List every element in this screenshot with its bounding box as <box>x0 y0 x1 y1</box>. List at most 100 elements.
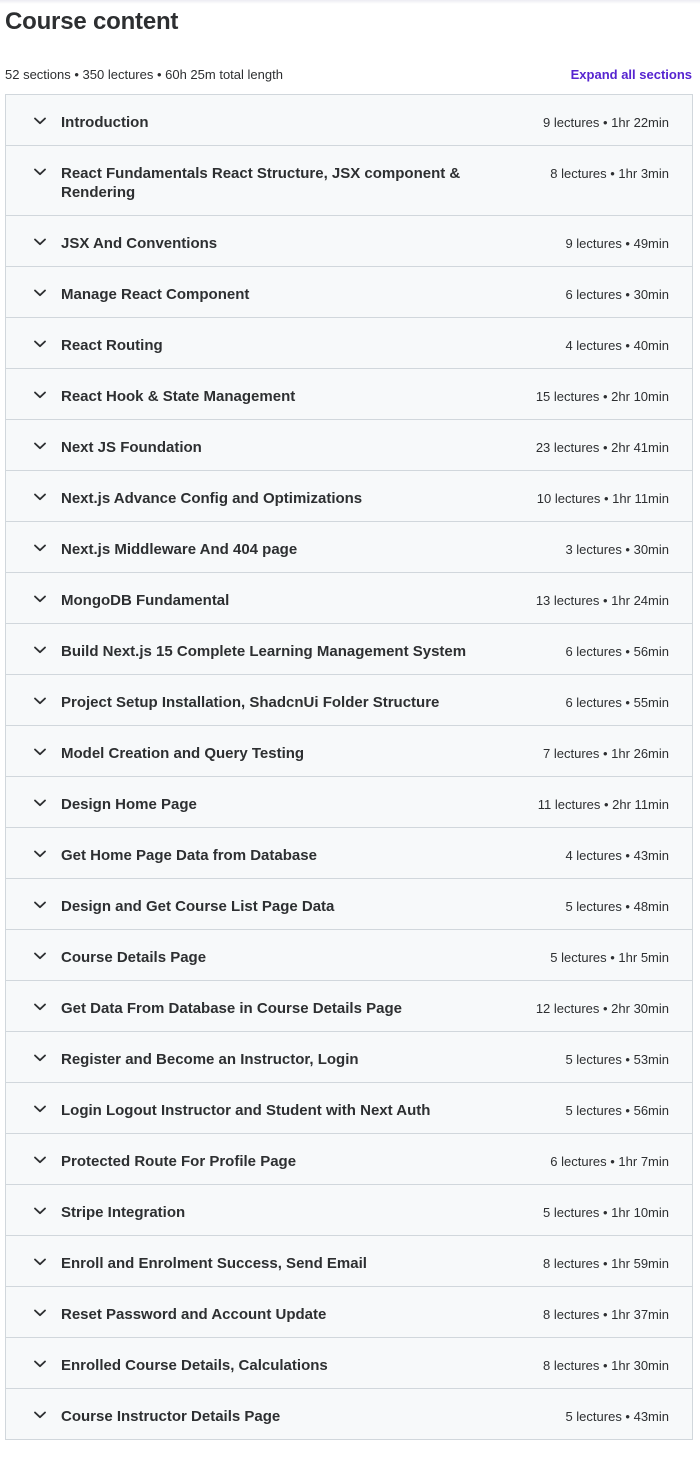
section-meta: 12 lectures • 2hr 30min <box>535 1001 669 1016</box>
section-meta: 11 lectures • 2hr 11min <box>537 797 669 812</box>
section-title: Protected Route For Profile Page <box>61 1153 297 1170</box>
chevron-down-icon <box>33 114 47 128</box>
section-row[interactable]: React Hook & State Management 15 lecture… <box>6 369 692 420</box>
section-row[interactable]: Course Details Page 5 lectures • 1hr 5mi… <box>6 930 692 981</box>
section-title: Introduction <box>61 114 149 131</box>
section-row[interactable]: React Routing 4 lectures • 40min <box>6 318 692 369</box>
section-row[interactable]: Next.js Advance Config and Optimizations… <box>6 471 692 522</box>
section-row[interactable]: Manage React Component 6 lectures • 30mi… <box>6 267 692 318</box>
chevron-down-icon <box>33 1357 47 1371</box>
section-meta: 5 lectures • 1hr 5min <box>550 950 669 965</box>
chevron-down-icon <box>33 592 47 606</box>
section-meta: 8 lectures • 1hr 30min <box>543 1358 669 1373</box>
section-row[interactable]: Enrolled Course Details, Calculations 8 … <box>6 1338 692 1389</box>
section-row[interactable]: Project Setup Installation, ShadcnUi Fol… <box>6 675 692 726</box>
section-meta: 23 lectures • 2hr 41min <box>535 440 669 455</box>
section-meta: 4 lectures • 43min <box>565 848 669 863</box>
section-title: Reset Password and Account Update <box>61 1306 327 1323</box>
section-row[interactable]: Login Logout Instructor and Student with… <box>6 1083 692 1134</box>
section-meta: 5 lectures • 43min <box>565 1409 669 1424</box>
section-title: Enrolled Course Details, Calculations <box>61 1357 328 1374</box>
chevron-down-icon <box>33 1102 47 1116</box>
section-title: Design Home Page <box>61 796 197 813</box>
section-title: Get Data From Database in Course Details… <box>61 1000 402 1017</box>
chevron-down-icon <box>33 165 47 179</box>
section-meta: 8 lectures • 1hr 59min <box>543 1256 669 1271</box>
section-meta: 8 lectures • 1hr 37min <box>543 1307 669 1322</box>
section-row[interactable]: Next JS Foundation 23 lectures • 2hr 41m… <box>6 420 692 471</box>
section-title: Course Details Page <box>61 949 207 966</box>
chevron-down-icon <box>33 1000 47 1014</box>
top-divider <box>0 0 700 4</box>
section-meta: 4 lectures • 40min <box>565 338 669 353</box>
section-row[interactable]: Build Next.js 15 Complete Learning Manag… <box>6 624 692 675</box>
chevron-down-icon <box>33 796 47 810</box>
section-row[interactable]: Introduction 9 lectures • 1hr 22min <box>6 95 692 146</box>
section-meta: 6 lectures • 55min <box>565 695 669 710</box>
section-row[interactable]: React Fundamentals React Structure, JSX … <box>6 146 692 216</box>
chevron-down-icon <box>33 1051 47 1065</box>
section-row[interactable]: Protected Route For Profile Page 6 lectu… <box>6 1134 692 1185</box>
section-meta: 6 lectures • 30min <box>565 287 669 302</box>
section-meta: 6 lectures • 56min <box>565 644 669 659</box>
section-meta: 7 lectures • 1hr 26min <box>543 746 669 761</box>
section-title: Stripe Integration <box>61 1204 186 1221</box>
chevron-down-icon <box>33 286 47 300</box>
chevron-down-icon <box>33 1255 47 1269</box>
chevron-down-icon <box>33 745 47 759</box>
chevron-down-icon <box>33 949 47 963</box>
section-title: Build Next.js 15 Complete Learning Manag… <box>61 643 467 660</box>
section-meta: 13 lectures • 1hr 24min <box>535 593 669 608</box>
section-row[interactable]: Model Creation and Query Testing 7 lectu… <box>6 726 692 777</box>
chevron-down-icon <box>33 541 47 555</box>
section-title: Project Setup Installation, ShadcnUi Fol… <box>61 694 440 711</box>
section-meta: 5 lectures • 48min <box>565 899 669 914</box>
section-meta: 9 lectures • 1hr 22min <box>543 115 669 130</box>
page-title: Course content <box>5 8 179 35</box>
chevron-down-icon <box>33 439 47 453</box>
section-row[interactable]: Register and Become an Instructor, Login… <box>6 1032 692 1083</box>
section-meta: 8 lectures • 1hr 3min <box>550 166 669 181</box>
section-title: Design and Get Course List Page Data <box>61 898 335 915</box>
section-title: MongoDB Fundamental <box>61 592 230 609</box>
section-title: Next JS Foundation <box>61 439 202 456</box>
section-title: JSX And Conventions <box>61 235 218 252</box>
section-title: Register and Become an Instructor, Login <box>61 1051 359 1068</box>
section-title: React Fundamentals React Structure, JSX … <box>61 165 461 201</box>
section-row[interactable]: Get Data From Database in Course Details… <box>6 981 692 1032</box>
section-row[interactable]: JSX And Conventions 9 lectures • 49min <box>6 216 692 267</box>
section-meta: 5 lectures • 56min <box>565 1103 669 1118</box>
section-row[interactable]: Enroll and Enrolment Success, Send Email… <box>6 1236 692 1287</box>
section-row[interactable]: Reset Password and Account Update 8 lect… <box>6 1287 692 1338</box>
expand-all-sections-button[interactable]: Expand all sections <box>571 67 692 82</box>
section-title: Model Creation and Query Testing <box>61 745 305 762</box>
section-meta: 5 lectures • 1hr 10min <box>543 1205 669 1220</box>
section-row[interactable]: Design Home Page 11 lectures • 2hr 11min <box>6 777 692 828</box>
section-meta: 15 lectures • 2hr 10min <box>535 389 669 404</box>
section-row[interactable]: Course Instructor Details Page 5 lecture… <box>6 1389 692 1440</box>
section-row[interactable]: Next.js Middleware And 404 page 3 lectur… <box>6 522 692 573</box>
section-row[interactable]: Design and Get Course List Page Data 5 l… <box>6 879 692 930</box>
chevron-down-icon <box>33 490 47 504</box>
section-title: Next.js Advance Config and Optimizations <box>61 490 363 507</box>
section-title: React Hook & State Management <box>61 388 296 405</box>
chevron-down-icon <box>33 1153 47 1167</box>
chevron-down-icon <box>33 694 47 708</box>
section-row[interactable]: Get Home Page Data from Database 4 lectu… <box>6 828 692 879</box>
course-summary: 52 sections • 350 lectures • 60h 25m tot… <box>5 67 283 82</box>
section-title: Manage React Component <box>61 286 250 303</box>
section-title: Login Logout Instructor and Student with… <box>61 1102 431 1119</box>
chevron-down-icon <box>33 1408 47 1422</box>
section-row[interactable]: MongoDB Fundamental 13 lectures • 1hr 24… <box>6 573 692 624</box>
section-title: Enroll and Enrolment Success, Send Email <box>61 1255 367 1272</box>
chevron-down-icon <box>33 643 47 657</box>
section-title: Course Instructor Details Page <box>61 1408 281 1425</box>
section-title: Get Home Page Data from Database <box>61 847 317 864</box>
chevron-down-icon <box>33 847 47 861</box>
chevron-down-icon <box>33 1204 47 1218</box>
chevron-down-icon <box>33 388 47 402</box>
section-row[interactable]: Stripe Integration 5 lectures • 1hr 10mi… <box>6 1185 692 1236</box>
chevron-down-icon <box>33 337 47 351</box>
section-title: React Routing <box>61 337 163 354</box>
section-title: Next.js Middleware And 404 page <box>61 541 298 558</box>
